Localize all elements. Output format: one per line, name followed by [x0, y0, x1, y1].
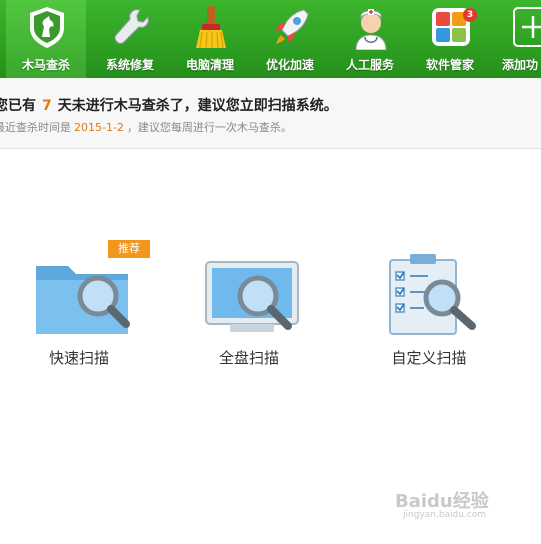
last-scan-info: 最近查杀时间是 2015-1-2 ，建议您每周进行一次木马查杀。: [0, 119, 292, 135]
tab-system-repair[interactable]: 系统修复: [90, 0, 170, 78]
quick-scan-label: 快速扫描: [48, 349, 109, 367]
full-scan-button[interactable]: 全盘扫描: [200, 250, 330, 380]
checklist-magnifier-icon: [389, 254, 476, 335]
doctor-icon: [355, 9, 387, 50]
status-banner: 您已有 7 天未进行木马查杀了，建议您立即扫描系统。 最近查杀时间是 2015-1-2…: [0, 78, 541, 149]
headline-prefix: 您已有: [0, 98, 36, 114]
last-scan-date: 2015-1-2: [74, 121, 124, 134]
tab-label: 软件管家: [425, 58, 474, 72]
tab-label: 优化加速: [265, 58, 314, 72]
tab-label: 添加功: [502, 58, 539, 72]
tab-trojan-scan[interactable]: 木马查杀: [6, 0, 86, 78]
tab-pc-cleanup[interactable]: 电脑清理: [170, 0, 250, 78]
baidu-watermark: Baidu经验 jingyan.baidu.com: [395, 487, 525, 527]
custom-scan-label: 自定义扫描: [391, 349, 467, 367]
tab-label: 系统修复: [105, 58, 154, 72]
tab-label: 人工服务: [345, 58, 394, 72]
custom-scan-button[interactable]: 自定义扫描: [380, 250, 510, 380]
headline-suffix: 天未进行木马查杀了，建议您立即扫描系统。: [57, 98, 338, 114]
tab-software-manager[interactable]: 软件管家: [410, 0, 490, 78]
watermark-url: jingyan.baidu.com: [403, 510, 487, 520]
monitor-magnifier-icon: [205, 261, 299, 332]
plus-icon: [513, 7, 541, 47]
horse-shield-icon: [30, 7, 64, 48]
watermark-text: Baidu经验: [395, 491, 489, 512]
folder-magnifier-icon: [36, 266, 130, 334]
full-scan-label: 全盘扫描: [218, 349, 279, 367]
subline-prefix: 最近查杀时间是: [0, 121, 71, 134]
main-toolbar: 木马查杀 系统修复 电脑清理 优化加速 人工服务 软件管家 3 添加功: [0, 0, 541, 78]
wrench-icon: [114, 8, 150, 45]
notification-badge: 3: [463, 8, 477, 22]
days-count: 7: [42, 98, 52, 114]
tab-human-service[interactable]: 人工服务: [330, 0, 410, 78]
quick-scan-button[interactable]: 快速扫描: [30, 250, 160, 380]
tab-label: 木马查杀: [21, 58, 70, 72]
tab-optimize-speed[interactable]: 优化加速: [250, 0, 330, 78]
status-headline: 您已有 7 天未进行木马查杀了，建议您立即扫描系统。: [0, 95, 338, 115]
tab-add-feature[interactable]: 添加功: [490, 0, 541, 78]
tab-label: 电脑清理: [185, 58, 234, 72]
recommend-tag: 推荐: [108, 240, 150, 258]
broom-icon: [196, 6, 226, 49]
subline-suffix: ，建议您每周进行一次木马查杀。: [126, 121, 292, 134]
rocket-icon: [275, 9, 309, 44]
